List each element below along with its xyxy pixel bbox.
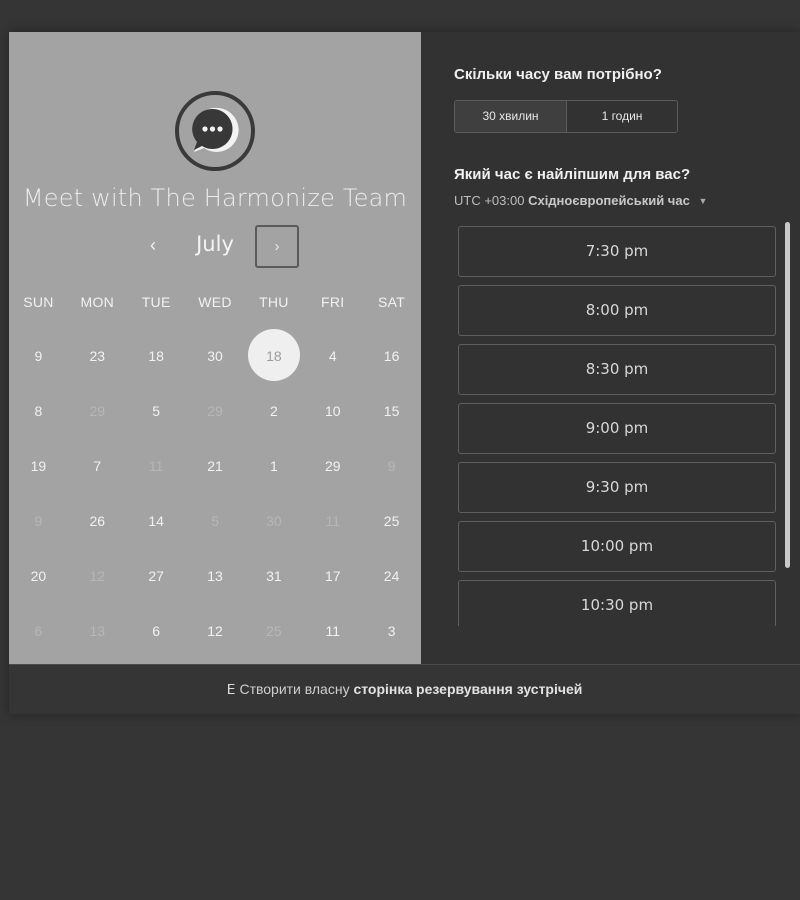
footer: ⴹ Створити власну сторінка резервування з… [9, 664, 800, 714]
weekday-label: WED [198, 294, 232, 310]
calendar-week-row: 20 12 27 13 31 17 24 [9, 565, 421, 587]
calendar-day[interactable]: 7 [68, 455, 127, 477]
calendar-day[interactable]: 31 [244, 565, 303, 587]
calendar-day[interactable]: 3 [362, 620, 421, 642]
duration-question: Скільки часу вам потрібно? [454, 66, 662, 83]
calendar-day: 11 [325, 513, 340, 529]
time-slot-list: 7:30 pm 8:00 pm 8:30 pm 9:00 pm 9:30 pm 10:00… [458, 226, 776, 626]
calendar-day: 5 [211, 513, 219, 529]
calendar-day: 9 [34, 513, 43, 529]
calendar-day: 13 [89, 623, 106, 639]
create-page-link[interactable]: ⴹ Створити власну сторінка резервування з… [227, 681, 583, 697]
calendar-day[interactable]: 20 [9, 565, 68, 587]
calendar-day: 6 [34, 623, 43, 639]
time-slot-button[interactable]: 9:00 pm [458, 403, 776, 454]
calendar-day: 29 [89, 403, 106, 419]
calendar-day[interactable]: 16 [362, 345, 421, 367]
timezone-name: Східноєвропейський час [528, 193, 690, 208]
weekday-label: SUN [23, 294, 54, 310]
calendar-day[interactable]: 6 [127, 620, 186, 642]
weekday-label: SAT [378, 294, 406, 310]
calendar-week-row: 19 7 11 21 1 29 9 [9, 455, 421, 477]
weekday-label: TUE [141, 294, 171, 310]
calendar-day[interactable]: 1 [244, 455, 303, 477]
calendar-day[interactable]: 14 [127, 510, 186, 532]
booking-panel: Скільки часу вам потрібно? 30 хвилин 1 г… [421, 32, 800, 664]
calendar-day[interactable]: 15 [362, 400, 421, 422]
calendar-day: 30 [266, 513, 282, 529]
calendar-day[interactable]: 17 [303, 565, 362, 587]
time-slot-button[interactable]: 10:00 pm [458, 521, 776, 572]
calendar-day[interactable]: 24 [362, 565, 421, 587]
calendar-day[interactable]: 19 [9, 455, 68, 477]
calendar-day[interactable]: 11 [303, 620, 362, 642]
calendar-day: 25 [266, 623, 282, 639]
time-slot-button[interactable]: 8:00 pm [458, 285, 776, 336]
month-label: July [196, 232, 234, 256]
calendar-panel: Meet with The Harmonize Team ‹ July › SU… [9, 32, 421, 664]
calendar-day[interactable]: 5 [127, 400, 186, 422]
scrollbar[interactable] [785, 222, 790, 568]
calendar-week-row: 9 26 14 5 30 11 25 [9, 510, 421, 532]
calendar-day[interactable]: 8 [9, 400, 68, 422]
meeting-widget: Meet with The Harmonize Team ‹ July › SU… [9, 32, 800, 714]
calendar-day-selected[interactable]: 18 [244, 329, 303, 381]
footer-text-bold: сторінка резервування зустрічей [353, 681, 583, 697]
chevron-right-icon[interactable]: › [255, 225, 299, 268]
timezone-offset: UTC +03:00 [454, 193, 525, 208]
duration-30min-button[interactable]: 30 хвилин [455, 101, 566, 132]
meeting-title: Meet with The Harmonize Team [22, 184, 408, 212]
time-slot-button[interactable]: 10:30 pm [458, 580, 776, 626]
calendar-day: 29 [207, 403, 223, 419]
calendar-day[interactable]: 21 [186, 455, 245, 477]
time-slot-button[interactable]: 7:30 pm [458, 226, 776, 277]
calendar-day[interactable]: 9 [9, 345, 68, 367]
calendar-day[interactable]: 18 [127, 345, 186, 367]
calendar-week-row: 6 13 6 12 25 11 3 [9, 620, 421, 642]
duration-1hour-button[interactable]: 1 годин [566, 101, 677, 132]
calendar-day[interactable]: 13 [186, 565, 245, 587]
calendar-day[interactable]: 12 [186, 620, 245, 642]
calendar-day[interactable]: 26 [68, 510, 127, 532]
time-question: Який час є найліпшим для вас? [454, 166, 691, 183]
hubspot-sprocket-icon: ⴹ [226, 681, 236, 697]
calendar-day[interactable]: 29 [303, 455, 362, 477]
timezone-dropdown[interactable]: UTC +03:00 Східноєвропейський час ▼ [454, 193, 707, 208]
time-slot-button[interactable]: 8:30 pm [458, 344, 776, 395]
calendar-day[interactable]: 30 [186, 345, 245, 367]
chat-bubble-icon [174, 90, 256, 172]
calendar-day[interactable]: 2 [244, 400, 303, 422]
calendar-day[interactable]: 27 [127, 565, 186, 587]
footer-text-plain: Створити власну [239, 681, 350, 697]
weekday-header: SUN MON TUE WED THU FRI SAT [9, 294, 421, 310]
chevron-left-icon[interactable]: ‹ [139, 230, 167, 260]
calendar-week-row: 9 23 18 30 18 4 16 [9, 329, 421, 381]
calendar-day[interactable]: 25 [362, 510, 421, 532]
weekday-label: MON [80, 294, 115, 310]
calendar-day-number: 18 [266, 348, 282, 364]
duration-toggle: 30 хвилин 1 годин [454, 100, 678, 133]
calendar-week-row: 8 29 5 29 2 10 15 [9, 400, 421, 422]
calendar-day[interactable]: 4 [303, 345, 362, 367]
calendar-day: 12 [89, 568, 106, 584]
calendar-day[interactable]: 10 [303, 400, 362, 422]
calendar-day[interactable]: 23 [68, 345, 127, 367]
caret-down-icon: ▼ [698, 196, 708, 206]
weekday-label: THU [259, 294, 289, 310]
weekday-label: FRI [321, 294, 345, 310]
calendar-day: 9 [387, 458, 396, 474]
time-slot-button[interactable]: 9:30 pm [458, 462, 776, 513]
calendar-day: 11 [148, 458, 164, 474]
